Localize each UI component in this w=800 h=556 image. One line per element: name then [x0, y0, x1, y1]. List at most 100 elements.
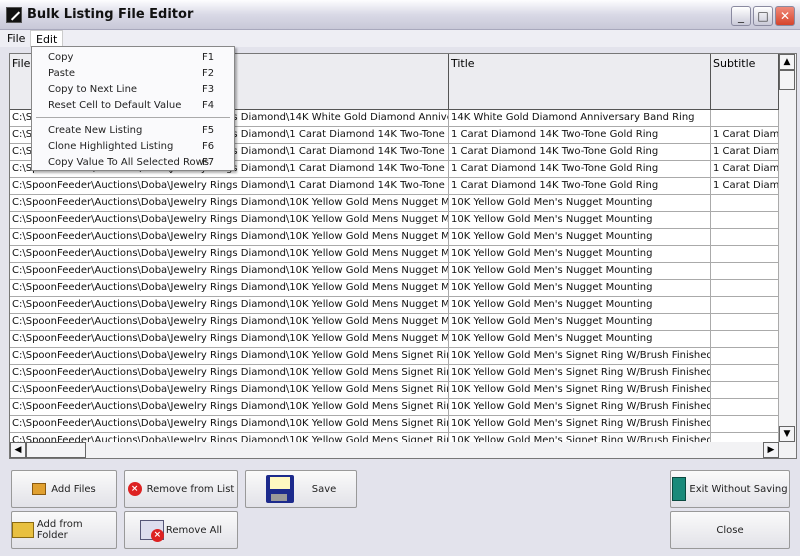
- subtitle-cell[interactable]: [711, 212, 779, 229]
- title-cell[interactable]: 10K Yellow Gold Men's Nugget Mounting: [449, 246, 711, 263]
- title-cell[interactable]: 10K Yellow Gold Men's Signet Ring W/Brus…: [449, 365, 711, 382]
- title-cell[interactable]: 14K White Gold Diamond Anniversary Band …: [449, 110, 711, 127]
- subtitle-cell[interactable]: 1 Carat Diamo: [711, 161, 779, 178]
- title-cell[interactable]: 10K Yellow Gold Men's Nugget Mounting: [449, 229, 711, 246]
- filename-cell[interactable]: C:\SpoonFeeder\Auctions\Doba\Jewelry Rin…: [10, 212, 449, 229]
- title-cell[interactable]: 10K Yellow Gold Men's Signet Ring W/Brus…: [449, 382, 711, 399]
- table-row[interactable]: C:\SpoonFeeder\Auctions\Doba\Jewelry Rin…: [10, 212, 780, 229]
- close-button[interactable]: Close: [670, 511, 790, 549]
- menu-item-label: Reset Cell to Default Value: [48, 100, 182, 111]
- subtitle-cell[interactable]: [711, 110, 779, 127]
- filename-cell[interactable]: C:\SpoonFeeder\Auctions\Doba\Jewelry Rin…: [10, 297, 449, 314]
- filename-cell[interactable]: C:\SpoonFeeder\Auctions\Doba\Jewelry Rin…: [10, 246, 449, 263]
- filename-cell[interactable]: C:\SpoonFeeder\Auctions\Doba\Jewelry Rin…: [10, 195, 449, 212]
- title-cell[interactable]: 10K Yellow Gold Men's Nugget Mounting: [449, 263, 711, 280]
- title-cell[interactable]: 10K Yellow Gold Men's Nugget Mounting: [449, 314, 711, 331]
- vertical-scrollbar[interactable]: ▲ ▼: [779, 54, 796, 442]
- scroll-up-button[interactable]: ▲: [779, 54, 795, 70]
- filename-cell[interactable]: C:\SpoonFeeder\Auctions\Doba\Jewelry Rin…: [10, 382, 449, 399]
- filename-cell[interactable]: C:\SpoonFeeder\Auctions\Doba\Jewelry Rin…: [10, 416, 449, 433]
- subtitle-cell[interactable]: [711, 297, 779, 314]
- remove-from-list-button[interactable]: × Remove from List: [124, 470, 238, 508]
- table-row[interactable]: C:\SpoonFeeder\Auctions\Doba\Jewelry Rin…: [10, 263, 780, 280]
- menu-item-label: Create New Listing: [48, 125, 143, 136]
- title-cell[interactable]: 10K Yellow Gold Men's Nugget Mounting: [449, 280, 711, 297]
- filename-cell[interactable]: C:\SpoonFeeder\Auctions\Doba\Jewelry Rin…: [10, 348, 449, 365]
- horizontal-scroll-thumb[interactable]: [26, 442, 86, 458]
- title-cell[interactable]: 10K Yellow Gold Men's Signet Ring W/Brus…: [449, 416, 711, 433]
- menu-item[interactable]: Reset Cell to Default Value F4: [32, 98, 234, 114]
- scroll-left-button[interactable]: ◀: [10, 442, 26, 458]
- title-cell[interactable]: 10K Yellow Gold Men's Nugget Mounting: [449, 212, 711, 229]
- table-row[interactable]: C:\SpoonFeeder\Auctions\Doba\Jewelry Rin…: [10, 331, 780, 348]
- title-cell[interactable]: 10K Yellow Gold Men's Nugget Mounting: [449, 297, 711, 314]
- scroll-right-button[interactable]: ▶: [763, 442, 779, 458]
- scroll-down-button[interactable]: ▼: [779, 426, 795, 442]
- add-files-button[interactable]: Add Files: [11, 470, 117, 508]
- title-cell[interactable]: 10K Yellow Gold Men's Nugget Mounting: [449, 331, 711, 348]
- menu-item[interactable]: Paste F2: [32, 66, 234, 82]
- door-icon: [672, 477, 687, 501]
- subtitle-cell[interactable]: [711, 246, 779, 263]
- table-row[interactable]: C:\SpoonFeeder\Auctions\Doba\Jewelry Rin…: [10, 178, 780, 195]
- menu-item[interactable]: Copy Value To All Selected Rows F7: [32, 155, 234, 171]
- menu-item[interactable]: Create New Listing F5: [32, 123, 234, 139]
- vertical-scroll-thumb[interactable]: [779, 70, 795, 90]
- table-row[interactable]: C:\SpoonFeeder\Auctions\Doba\Jewelry Rin…: [10, 297, 780, 314]
- title-cell[interactable]: 10K Yellow Gold Men's Signet Ring W/Brus…: [449, 399, 711, 416]
- subtitle-cell[interactable]: [711, 365, 779, 382]
- subtitle-cell[interactable]: [711, 280, 779, 297]
- table-row[interactable]: C:\SpoonFeeder\Auctions\Doba\Jewelry Rin…: [10, 246, 780, 263]
- table-row[interactable]: C:\SpoonFeeder\Auctions\Doba\Jewelry Rin…: [10, 416, 780, 433]
- table-row[interactable]: C:\SpoonFeeder\Auctions\Doba\Jewelry Rin…: [10, 399, 780, 416]
- subtitle-cell[interactable]: [711, 399, 779, 416]
- column-header-subtitle[interactable]: Subtitle: [711, 54, 779, 110]
- table-row[interactable]: C:\SpoonFeeder\Auctions\Doba\Jewelry Rin…: [10, 280, 780, 297]
- title-cell[interactable]: 1 Carat Diamond 14K Two-Tone Gold Ring: [449, 178, 711, 195]
- save-button[interactable]: Save: [245, 470, 357, 508]
- subtitle-cell[interactable]: [711, 416, 779, 433]
- add-from-folder-button[interactable]: Add from Folder: [11, 511, 117, 549]
- filename-cell[interactable]: C:\SpoonFeeder\Auctions\Doba\Jewelry Rin…: [10, 331, 449, 348]
- title-cell[interactable]: 1 Carat Diamond 14K Two-Tone Gold Ring: [449, 144, 711, 161]
- menu-item[interactable]: Copy to Next Line F3: [32, 82, 234, 98]
- subtitle-cell[interactable]: 1 Carat Diamo: [711, 144, 779, 161]
- subtitle-cell[interactable]: [711, 314, 779, 331]
- filename-cell[interactable]: C:\SpoonFeeder\Auctions\Doba\Jewelry Rin…: [10, 178, 449, 195]
- maximize-button[interactable]: □: [753, 6, 773, 26]
- minimize-button[interactable]: _: [731, 6, 751, 26]
- table-row[interactable]: C:\SpoonFeeder\Auctions\Doba\Jewelry Rin…: [10, 348, 780, 365]
- filename-cell[interactable]: C:\SpoonFeeder\Auctions\Doba\Jewelry Rin…: [10, 314, 449, 331]
- column-header-title[interactable]: Title: [449, 54, 711, 110]
- subtitle-cell[interactable]: [711, 331, 779, 348]
- horizontal-scrollbar[interactable]: ◀ ▶: [10, 442, 796, 458]
- menu-item[interactable]: Copy F1: [32, 50, 234, 66]
- subtitle-cell[interactable]: [711, 348, 779, 365]
- filename-cell[interactable]: C:\SpoonFeeder\Auctions\Doba\Jewelry Rin…: [10, 229, 449, 246]
- table-row[interactable]: C:\SpoonFeeder\Auctions\Doba\Jewelry Rin…: [10, 382, 780, 399]
- remove-all-button[interactable]: × Remove All: [124, 511, 238, 549]
- exit-without-saving-button[interactable]: Exit Without Saving: [670, 470, 790, 508]
- filename-cell[interactable]: C:\SpoonFeeder\Auctions\Doba\Jewelry Rin…: [10, 365, 449, 382]
- filename-cell[interactable]: C:\SpoonFeeder\Auctions\Doba\Jewelry Rin…: [10, 280, 449, 297]
- title-cell[interactable]: 1 Carat Diamond 14K Two-Tone Gold Ring: [449, 127, 711, 144]
- table-row[interactable]: C:\SpoonFeeder\Auctions\Doba\Jewelry Rin…: [10, 314, 780, 331]
- subtitle-cell[interactable]: [711, 229, 779, 246]
- title-cell[interactable]: 10K Yellow Gold Men's Signet Ring W/Brus…: [449, 348, 711, 365]
- close-window-button[interactable]: ✕: [775, 6, 795, 26]
- menu-file[interactable]: File: [2, 30, 30, 47]
- filename-cell[interactable]: C:\SpoonFeeder\Auctions\Doba\Jewelry Rin…: [10, 263, 449, 280]
- table-row[interactable]: C:\SpoonFeeder\Auctions\Doba\Jewelry Rin…: [10, 365, 780, 382]
- title-cell[interactable]: 10K Yellow Gold Men's Nugget Mounting: [449, 195, 711, 212]
- title-cell[interactable]: 1 Carat Diamond 14K Two-Tone Gold Ring: [449, 161, 711, 178]
- subtitle-cell[interactable]: [711, 195, 779, 212]
- subtitle-cell[interactable]: 1 Carat Diamo: [711, 127, 779, 144]
- table-row[interactable]: C:\SpoonFeeder\Auctions\Doba\Jewelry Rin…: [10, 229, 780, 246]
- filename-cell[interactable]: C:\SpoonFeeder\Auctions\Doba\Jewelry Rin…: [10, 399, 449, 416]
- table-row[interactable]: C:\SpoonFeeder\Auctions\Doba\Jewelry Rin…: [10, 195, 780, 212]
- subtitle-cell[interactable]: 1 Carat Diamo: [711, 178, 779, 195]
- subtitle-cell[interactable]: [711, 263, 779, 280]
- menu-edit[interactable]: Edit: [30, 30, 64, 47]
- menu-item[interactable]: Clone Highlighted Listing F6: [32, 139, 234, 155]
- subtitle-cell[interactable]: [711, 382, 779, 399]
